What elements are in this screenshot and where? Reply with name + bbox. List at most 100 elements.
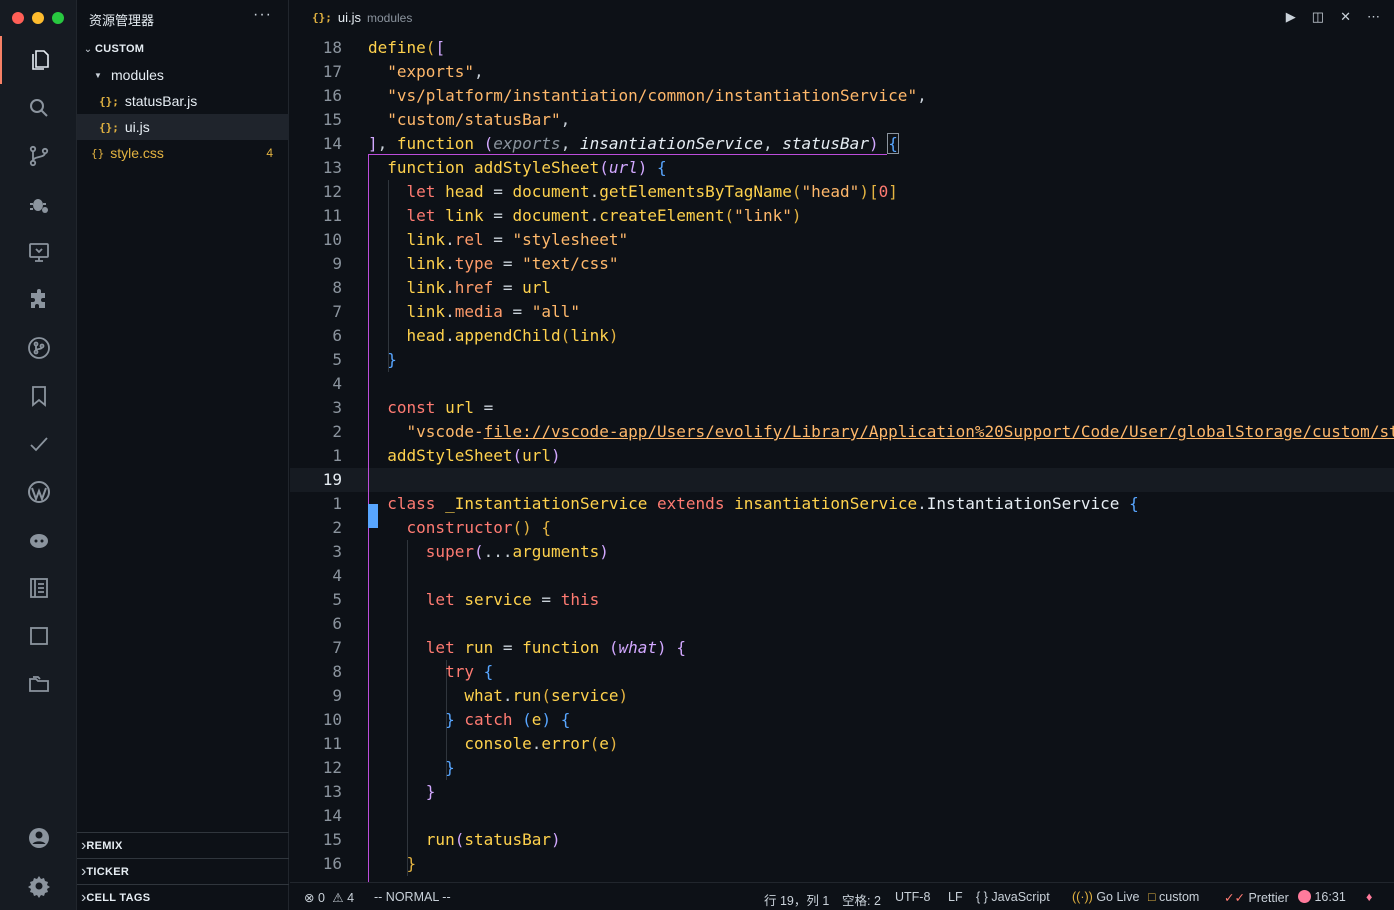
encoding[interactable]: UTF-8 — [895, 890, 930, 904]
activity-notebook[interactable] — [0, 564, 77, 612]
code-line: "exports", — [387, 62, 484, 81]
code-line: constructor() { — [406, 518, 552, 537]
maximize-window-button[interactable] — [52, 12, 64, 24]
cursor-position[interactable]: 行 19，列 1 — [764, 890, 829, 909]
code-line: link.href = url — [406, 278, 552, 297]
explorer-icon — [31, 50, 49, 70]
folders-icon — [28, 676, 49, 692]
code-line: class _InstantiationService extends insa… — [387, 494, 1139, 513]
sidebar-more-button[interactable]: ··· — [253, 6, 272, 24]
status-bar: ⊗ 0 ⚠ 4 -- NORMAL -- 行 19，列 1 空格: 2 UTF-… — [290, 882, 1394, 910]
code-line: super(...arguments) — [425, 542, 609, 561]
code-line: } — [425, 782, 436, 801]
notification-bell-icon[interactable]: ♦ — [1366, 890, 1372, 904]
run-icon[interactable]: ▶ — [1286, 9, 1296, 25]
activity-debug[interactable] — [0, 180, 77, 228]
breadcrumb[interactable]: {}; ui.js modules — [312, 10, 412, 25]
vim-mode: -- NORMAL -- — [374, 890, 451, 904]
close-window-button[interactable] — [12, 12, 24, 24]
activity-account[interactable] — [0, 814, 77, 862]
code-line: console.error(e) — [464, 734, 619, 753]
language-mode[interactable]: { } JavaScript — [976, 890, 1050, 904]
git-graph-icon — [27, 337, 50, 359]
account-icon — [28, 828, 49, 848]
section-ticker-label: TICKER — [86, 865, 130, 878]
activity-copilot[interactable] — [0, 516, 77, 564]
pomodoro-icon — [1298, 890, 1311, 903]
braces-icon: { } — [976, 890, 988, 904]
minimize-window-button[interactable] — [32, 12, 44, 24]
activity-remote-explorer[interactable] — [0, 228, 77, 276]
square-icon — [29, 627, 48, 645]
file-ui-js[interactable]: {}; ui.js — [77, 114, 289, 140]
section-cell-tags[interactable]: › CELL TAGS — [77, 884, 289, 910]
explorer-sidebar: 资源管理器 ··· ⌄ CUSTOM ▼ modules {}; statusB… — [77, 0, 289, 910]
code-editor[interactable]: 18 17 16 15 14 13 12 11 10 9 8 7 6 5 4 3 2 1 19 1 2 3 4 5 6 7 8 9 10… — [290, 36, 1394, 882]
problems-indicator[interactable]: ⊗ 0 ⚠ 4 — [304, 890, 354, 905]
file-style-css[interactable]: {} style.css 4 — [77, 140, 289, 166]
check-all-icon: ✓✓ — [1224, 891, 1245, 905]
caret-down-icon: ▼ — [94, 70, 102, 80]
code-line: "vscode-file://vscode-app/Users/evolify/… — [406, 422, 1394, 441]
code-line: what.run(service) — [464, 686, 629, 705]
code-line: function addStyleSheet(url) { — [387, 158, 667, 177]
editor-actions: ▶ ◫ ✕ ⋯ — [1286, 9, 1380, 25]
code-line: const url = — [387, 398, 494, 417]
file-ui-js-label: ui.js — [124, 119, 150, 135]
sidebar-title: 资源管理器 — [89, 13, 155, 28]
workspace-folder-label: custom — [1159, 890, 1200, 904]
section-remix-label: REMIX — [86, 839, 123, 852]
code-line: } — [406, 854, 417, 873]
remote-explorer-icon — [28, 243, 49, 262]
activity-wordpress[interactable] — [0, 468, 77, 516]
line-number: 19 — [322, 470, 342, 489]
go-live-button[interactable]: ((·)) Go Live — [1072, 890, 1139, 904]
code-line: } catch (e) { — [445, 710, 571, 729]
code-line: ], function (exports, insantiationServic… — [368, 133, 899, 154]
js-file-icon: {}; — [99, 94, 119, 108]
more-actions-icon[interactable]: ⋯ — [1367, 9, 1380, 25]
activity-square[interactable] — [0, 612, 77, 660]
activity-extensions[interactable] — [0, 276, 77, 324]
activity-search[interactable] — [0, 84, 77, 132]
indentation[interactable]: 空格: 2 — [842, 890, 881, 909]
code-line: let head = document.getElementsByTagName… — [406, 182, 898, 201]
clock[interactable]: 16:31 — [1298, 890, 1346, 904]
workspace-folder[interactable]: □ custom — [1148, 890, 1199, 904]
line-number: 4 — [332, 566, 342, 585]
file-statusbar-js[interactable]: {}; statusBar.js — [77, 88, 289, 114]
section-remix[interactable]: › REMIX — [77, 832, 289, 858]
line-number: 4 — [332, 374, 342, 393]
chevron-down-icon: ⌄ — [83, 43, 93, 55]
line-ending[interactable]: LF — [948, 890, 963, 904]
breadcrumb-file[interactable]: ui.js — [338, 10, 361, 25]
section-custom[interactable]: ⌄ CUSTOM — [77, 36, 289, 62]
text-cursor — [368, 504, 378, 528]
file-statusbar-js-label: statusBar.js — [124, 93, 198, 109]
folder-modules-label: modules — [111, 67, 164, 83]
broadcast-icon: ((·)) — [1072, 890, 1093, 904]
error-count: 0 — [317, 891, 325, 905]
activity-todo[interactable] — [0, 420, 77, 468]
notebook-icon — [29, 578, 48, 598]
prettier-button[interactable]: ✓✓ Prettier — [1224, 890, 1289, 905]
activity-source-control[interactable] — [0, 132, 77, 180]
activity-bookmarks[interactable] — [0, 372, 77, 420]
activity-folders[interactable] — [0, 660, 77, 708]
close-icon[interactable]: ✕ — [1340, 9, 1351, 25]
split-editor-icon[interactable]: ◫ — [1312, 9, 1324, 25]
folder-modules[interactable]: ▼ modules — [77, 62, 289, 88]
wordpress-icon — [27, 481, 50, 503]
section-ticker[interactable]: › TICKER — [77, 858, 289, 884]
code-line: "vs/platform/instantiation/common/instan… — [387, 86, 927, 105]
problem-count-badge: 4 — [266, 146, 273, 160]
breadcrumb-folder[interactable]: modules — [367, 11, 412, 25]
settings-gear-icon — [27, 876, 50, 898]
activity-explorer[interactable] — [0, 36, 77, 84]
section-custom-label: CUSTOM — [95, 43, 145, 55]
todo-check-icon — [29, 437, 48, 452]
activity-git-graph[interactable] — [0, 324, 77, 372]
code-line: let service = this — [425, 590, 600, 609]
activity-settings[interactable] — [0, 862, 77, 910]
css-file-icon: {} — [91, 146, 105, 160]
